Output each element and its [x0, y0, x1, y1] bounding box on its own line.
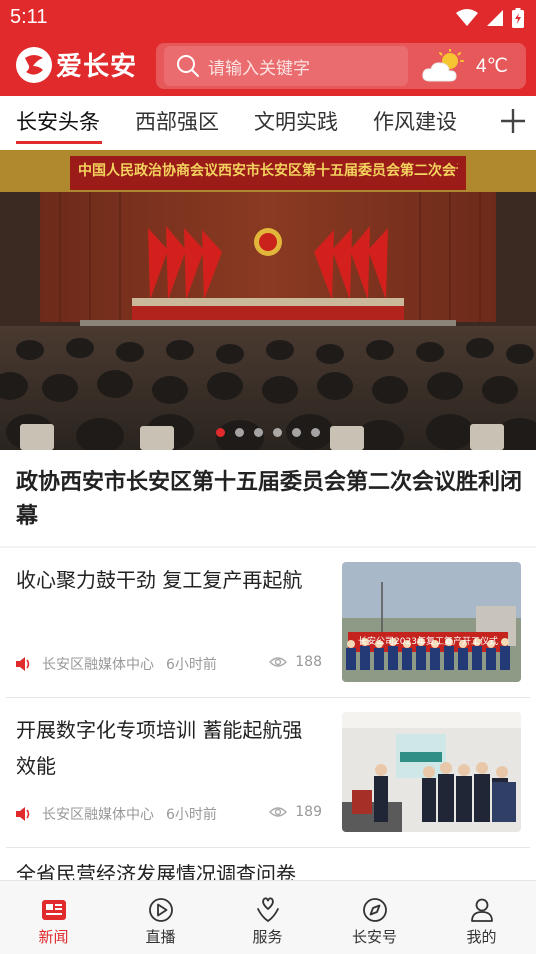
news-time: 6小时前	[166, 657, 217, 673]
active-tab-indicator	[16, 141, 102, 144]
wifi-icon	[456, 9, 478, 26]
news-view-count: 188	[295, 654, 322, 670]
top-bar: 5:11 爱长安 请输入关键字 4℃	[0, 0, 536, 96]
news-thumbnail[interactable]: 长安公司2023年复工复产开工仪式	[342, 562, 521, 682]
bottom-navigation: 新闻 直播 服务 长安号 我的	[0, 880, 536, 954]
news-source: 长安区融媒体中心	[42, 657, 154, 673]
status-icons	[456, 8, 524, 28]
news-view-count: 189	[295, 804, 322, 820]
hero-headline[interactable]: 政协西安市长安区第十五届委员会第二次会议胜利闭幕	[16, 466, 526, 534]
service-icon	[256, 897, 279, 923]
tab-work-style[interactable]: 作风建设	[373, 106, 457, 136]
speaker-icon[interactable]	[16, 657, 32, 671]
news-item[interactable]: 收心聚力鼓干劲 复工复产再起航 长安区融媒体中心 6小时前 188 长安公司20…	[0, 548, 536, 698]
status-time: 5:11	[10, 6, 48, 28]
compass-icon	[362, 898, 387, 922]
search-area: 请输入关键字 4℃	[156, 43, 526, 89]
logo-text: 爱长安	[56, 52, 138, 82]
carousel-dot[interactable]	[254, 428, 263, 437]
nav-label: 长安号	[351, 928, 397, 946]
nav-label: 新闻	[38, 928, 69, 946]
partly-cloudy-icon	[422, 49, 464, 82]
news-time: 6小时前	[166, 807, 217, 823]
news-icon	[41, 900, 66, 920]
carousel-dot[interactable]	[235, 428, 244, 437]
search-input[interactable]: 请输入关键字	[164, 46, 408, 86]
carousel-dot[interactable]	[292, 428, 301, 437]
news-source: 长安区融媒体中心	[42, 807, 154, 823]
nav-live[interactable]: 直播	[107, 881, 214, 954]
news-thumbnail[interactable]	[342, 712, 521, 832]
carousel-dots	[0, 428, 536, 440]
news-title: 收心聚力鼓干劲 复工复产再起航	[16, 568, 303, 592]
search-icon	[177, 55, 199, 77]
add-tab-icon[interactable]	[498, 106, 528, 136]
speaker-icon[interactable]	[16, 807, 32, 821]
nav-changan-account[interactable]: 长安号	[321, 881, 428, 954]
app-header: 爱长安 请输入关键字 4℃	[0, 36, 536, 96]
search-placeholder: 请输入关键字	[208, 58, 310, 79]
user-icon	[470, 898, 493, 922]
carousel-dot[interactable]	[273, 428, 282, 437]
news-title: 开展数字化专项培训 蓄能起航强效能	[16, 718, 303, 778]
tab-civilization-practice[interactable]: 文明实践	[254, 106, 338, 136]
news-views: 188	[269, 654, 322, 670]
tab-western-district[interactable]: 西部强区	[135, 106, 219, 136]
item-divider	[6, 847, 530, 848]
cellular-signal-icon	[487, 10, 503, 26]
news-meta: 长安区融媒体中心 6小时前 188	[16, 654, 326, 674]
category-tabs: 长安头条 西部强区 文明实践 作风建设	[0, 96, 536, 150]
eye-icon	[269, 657, 288, 667]
weather-widget[interactable]: 4℃	[422, 49, 508, 83]
news-views: 189	[269, 804, 322, 820]
nav-service[interactable]: 服务	[214, 881, 321, 954]
nav-label: 服务	[252, 928, 283, 946]
nav-label: 我的	[466, 928, 497, 946]
status-bar: 5:11	[0, 0, 536, 36]
hero-carousel[interactable]: 中国人民政治协商会议西安市长安区第十五届委员会第二次会议	[0, 150, 536, 450]
app-logo[interactable]: 爱长安	[16, 46, 137, 83]
weather-temperature: 4℃	[476, 55, 508, 77]
nav-label: 直播	[145, 928, 176, 946]
app-screen: 5:11 爱长安 请输入关键字 4℃ 长安头条 西部强区 文明实践 作风建设 中…	[0, 0, 536, 954]
nav-profile[interactable]: 我的	[428, 881, 535, 954]
news-item[interactable]: 开展数字化专项培训 蓄能起航强效能 长安区融媒体中心 6小时前 189	[0, 698, 536, 848]
carousel-dot[interactable]	[311, 428, 320, 437]
hero-banner-text: 中国人民政治协商会议西安市长安区第十五届委员会第二次会议	[78, 163, 458, 179]
battery-icon	[512, 8, 524, 28]
carousel-dot-active[interactable]	[216, 428, 225, 437]
nav-news[interactable]: 新闻	[0, 881, 107, 954]
logo-mark-icon	[16, 46, 52, 83]
tab-changan-headline[interactable]: 长安头条	[16, 106, 100, 136]
news-meta: 长安区融媒体中心 6小时前 189	[16, 804, 326, 824]
thumbnail-caption: 长安公司2023年复工复产开工仪式	[358, 637, 498, 647]
play-icon	[148, 898, 173, 922]
eye-icon	[269, 807, 288, 817]
hero-image	[0, 150, 536, 450]
